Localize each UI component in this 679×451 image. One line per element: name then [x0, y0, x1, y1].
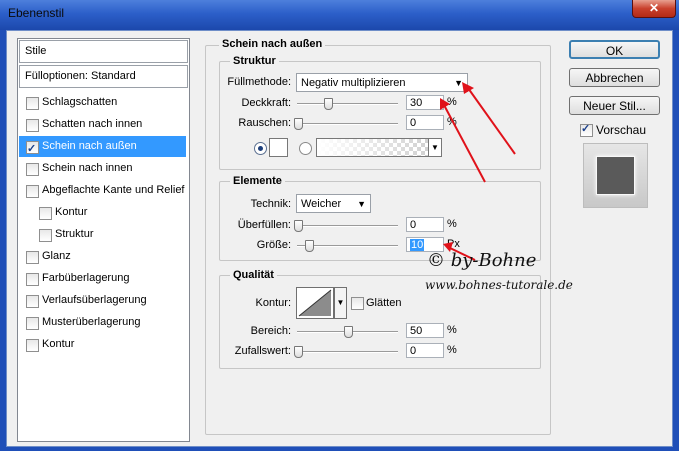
jitter-slider-handle[interactable]: [294, 346, 303, 358]
style-item-label: Kontur: [55, 206, 88, 218]
style-item[interactable]: Farbüberlagerung: [19, 268, 186, 289]
style-checkbox[interactable]: [39, 207, 52, 220]
opacity-slider-handle[interactable]: [324, 98, 333, 110]
style-item[interactable]: Kontur: [19, 202, 186, 223]
blend-options-item[interactable]: Fülloptionen: Standard: [19, 65, 188, 88]
size-slider-handle[interactable]: [305, 240, 314, 252]
style-item-label: Struktur: [55, 228, 94, 240]
structure-title: Struktur: [230, 55, 279, 67]
style-item-label: Musterüberlagerung: [42, 316, 141, 328]
style-checkbox[interactable]: [39, 229, 52, 242]
style-checkbox[interactable]: [26, 163, 39, 176]
style-item[interactable]: Schlagschatten: [19, 92, 186, 113]
range-unit: %: [447, 324, 457, 336]
style-item-label: Schein nach außen: [42, 140, 137, 152]
noise-slider-handle[interactable]: [294, 118, 303, 130]
title-bar: [0, 0, 679, 30]
contour-label: Kontur:: [255, 297, 291, 309]
preview-sample: [596, 156, 635, 195]
chevron-down-icon: ▼: [357, 199, 366, 209]
blend-mode-label: Füllmethode:: [227, 76, 291, 88]
style-checkbox[interactable]: [26, 97, 39, 110]
antialias-checkbox[interactable]: [351, 297, 364, 310]
style-item[interactable]: Schein nach innen: [19, 158, 186, 179]
close-button[interactable]: ✕: [632, 0, 676, 18]
styles-header[interactable]: Stile: [19, 40, 188, 63]
style-item-label: Farbüberlagerung: [42, 272, 130, 284]
gradient-radio[interactable]: [299, 142, 312, 155]
style-checkbox[interactable]: [26, 339, 39, 352]
watermark-signature: © by-Bohne: [427, 250, 537, 271]
contour-curve-icon: [298, 289, 332, 317]
preview-swatch: [583, 143, 648, 208]
range-label: Bereich:: [250, 325, 291, 337]
preview-label: Vorschau: [596, 123, 647, 137]
style-item-label: Verlaufsüberlagerung: [42, 294, 147, 306]
window-title: Ebenenstil: [8, 6, 65, 20]
jitter-slider-track[interactable]: [297, 351, 398, 353]
new-style-button[interactable]: Neuer Stil...: [569, 96, 660, 115]
style-item-label: Schatten nach innen: [42, 118, 143, 130]
style-checkbox[interactable]: [26, 251, 39, 264]
style-checkbox[interactable]: [26, 119, 39, 132]
style-item[interactable]: Verlaufsüberlagerung: [19, 290, 186, 311]
style-item[interactable]: Schatten nach innen: [19, 114, 186, 135]
spread-slider-handle[interactable]: [294, 220, 303, 232]
style-item[interactable]: Glanz: [19, 246, 186, 267]
opacity-label: Deckkraft:: [241, 97, 291, 109]
range-slider-handle[interactable]: [344, 326, 353, 338]
ok-button[interactable]: OK: [569, 40, 660, 59]
antialias-label: Glätten: [366, 297, 402, 309]
jitter-label: Zufallswert:: [234, 345, 291, 357]
opacity-slider-track[interactable]: [297, 103, 398, 105]
style-checkbox[interactable]: [26, 273, 39, 286]
style-checkbox[interactable]: [26, 185, 39, 198]
jitter-field[interactable]: 0: [406, 343, 444, 358]
quality-title: Qualität: [230, 269, 277, 281]
noise-label: Rauschen:: [238, 117, 291, 129]
noise-slider-track[interactable]: [297, 123, 398, 125]
style-checkbox[interactable]: [26, 139, 39, 160]
glow-color-swatch[interactable]: [269, 138, 288, 157]
spread-slider-track[interactable]: [297, 225, 398, 227]
style-item[interactable]: Kontur: [19, 334, 186, 355]
technique-select[interactable]: Weicher ▼: [296, 194, 371, 213]
outer-glow-title: Schein nach außen: [219, 38, 326, 50]
style-item-label: Glanz: [42, 250, 71, 262]
spread-label: Überfüllen:: [237, 219, 291, 231]
style-item[interactable]: Schein nach außen: [19, 136, 186, 160]
solid-color-radio[interactable]: [254, 142, 267, 155]
style-item-label: Abgeflachte Kante und Relief: [42, 184, 185, 196]
size-label: Größe:: [256, 239, 291, 251]
style-item[interactable]: Abgeflachte Kante und Relief: [19, 180, 186, 201]
preview-checkbox[interactable]: [580, 122, 593, 137]
annotation-arrows: [440, 82, 516, 261]
style-checkbox[interactable]: [26, 317, 39, 330]
elements-title: Elemente: [230, 175, 285, 187]
cancel-button[interactable]: Abbrechen: [569, 68, 660, 87]
style-item[interactable]: Musterüberlagerung: [19, 312, 186, 333]
style-item[interactable]: Struktur: [19, 224, 186, 245]
chevron-down-icon[interactable]: ▼: [334, 287, 347, 319]
style-item-label: Kontur: [42, 338, 75, 350]
gradient-picker[interactable]: ▼: [316, 138, 442, 157]
jitter-unit: %: [447, 344, 457, 356]
style-list: Stile Fülloptionen: Standard Schlagschat…: [17, 38, 190, 442]
style-item-label: Schlagschatten: [42, 96, 118, 108]
watermark-url: www.bohnes-tutorale.de: [425, 278, 573, 292]
technique-label: Technik:: [250, 198, 291, 210]
contour-picker[interactable]: [296, 287, 334, 319]
style-checkbox[interactable]: [26, 295, 39, 308]
style-item-label: Schein nach innen: [42, 162, 133, 174]
range-field[interactable]: 50: [406, 323, 444, 338]
